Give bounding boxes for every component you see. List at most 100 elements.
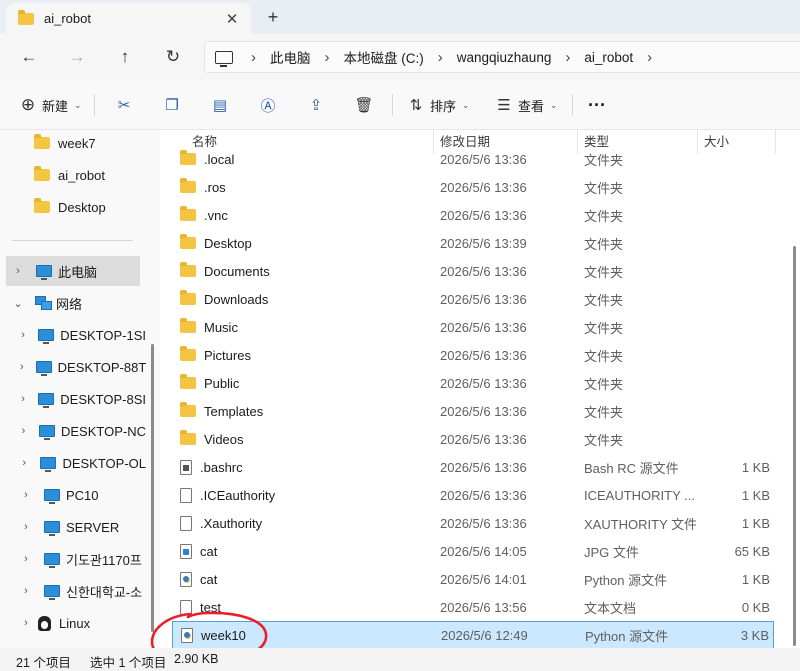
sidebar-item-network-computer[interactable]: › DESKTOP-88T	[0, 352, 146, 382]
more-options-button[interactable]: ···	[588, 93, 606, 117]
chevron-right-icon[interactable]: ›	[20, 585, 32, 597]
chevron-right-icon[interactable]: ›	[20, 617, 32, 629]
refresh-button[interactable]: ↻	[160, 45, 186, 69]
sidebar-item-desktop[interactable]: Desktop	[0, 192, 146, 222]
sidebar-item-week7[interactable]: week7	[0, 130, 146, 158]
chevron-right-icon[interactable]: ›	[438, 49, 443, 66]
tab-ai-robot[interactable]: ai_robot ✕	[6, 3, 251, 34]
navigation-scrollbar[interactable]	[146, 130, 160, 648]
file-row[interactable]: Downloads 2026/5/6 13:36 文件夹	[172, 285, 774, 313]
sidebar-item-network-computer[interactable]: › DESKTOP-8SI	[0, 384, 146, 414]
up-button[interactable]: ↑	[112, 45, 138, 69]
chevron-right-icon[interactable]: ›	[565, 49, 570, 66]
sidebar-item-label: SERVER	[66, 519, 120, 535]
file-row[interactable]: .ros 2026/5/6 13:36 文件夹	[172, 173, 774, 201]
chevron-right-icon[interactable]: ›	[20, 553, 32, 565]
close-icon[interactable]: ✕	[221, 8, 243, 30]
file-date: 2026/5/6 13:36	[440, 291, 527, 307]
sidebar-item-network-computer[interactable]: › DESKTOP-NC	[0, 416, 146, 446]
new-tab-button[interactable]: +	[262, 6, 284, 28]
file-row[interactable]: .bashrc 2026/5/6 13:36 Bash RC 源文件 1 KB	[172, 453, 774, 481]
chevron-right-icon[interactable]: ›	[20, 457, 28, 469]
chevron-right-icon[interactable]: ›	[20, 425, 27, 437]
sidebar-item-network-computer[interactable]: › DESKTOP-1SI	[0, 320, 146, 350]
file-size: 1 KB	[741, 515, 770, 531]
chevron-right-icon[interactable]: ›	[647, 49, 652, 66]
sidebar-item-linux[interactable]: › Linux	[0, 608, 146, 638]
file-row[interactable]: .vnc 2026/5/6 13:36 文件夹	[172, 201, 774, 229]
cut-button[interactable]: ✂	[114, 93, 134, 117]
sort-button[interactable]: ⇅ 排序 ⌄	[406, 93, 470, 117]
breadcrumb-ai-robot[interactable]: ai_robot	[584, 50, 633, 65]
sidebar-item-label: Linux	[59, 615, 91, 631]
chevron-right-icon[interactable]: ›	[251, 49, 256, 66]
file-row[interactable]: Videos 2026/5/6 13:36 文件夹	[172, 425, 774, 453]
sidebar-item-network-computer[interactable]: › 신한대학교-소	[0, 576, 146, 606]
chevron-right-icon[interactable]: ›	[12, 265, 24, 277]
sidebar-item-this-pc[interactable]: › 此电脑	[6, 256, 140, 286]
file-date: 2026/5/6 12:49	[441, 627, 528, 643]
file-row[interactable]: Desktop 2026/5/6 13:39 文件夹	[172, 229, 774, 257]
sidebar-item-network-computer[interactable]: › DESKTOP-OL	[0, 448, 146, 478]
breadcrumb-this-pc[interactable]: 此电脑	[270, 47, 311, 67]
file-size: 0 KB	[741, 599, 770, 615]
chevron-right-icon[interactable]: ›	[20, 329, 26, 341]
back-button[interactable]: ←	[16, 45, 42, 69]
file-row[interactable]: .Xauthority 2026/5/6 13:36 XAUTHORITY 文件 1 …	[172, 509, 774, 537]
file-date: 2026/5/6 13:36	[440, 459, 527, 475]
file-name: .bashrc	[200, 459, 243, 475]
scrollbar-thumb[interactable]	[793, 246, 796, 646]
file-row[interactable]: Public 2026/5/6 13:36 文件夹	[172, 369, 774, 397]
chevron-right-icon[interactable]: ›	[20, 521, 32, 533]
copy-button[interactable]: ❐	[162, 93, 182, 117]
file-name: .ICEauthority	[200, 487, 276, 503]
view-button[interactable]: ☰ 查看 ⌄	[494, 93, 557, 117]
file-date: 2026/5/6 13:36	[440, 403, 527, 419]
file-row[interactable]: Documents 2026/5/6 13:36 文件夹	[172, 257, 774, 285]
breadcrumb-local-disk[interactable]: 本地磁盘 (C:)	[344, 47, 424, 67]
file-row[interactable]: cat 2026/5/6 14:01 Python 源文件 1 KB	[172, 565, 774, 593]
folder-icon	[180, 206, 196, 221]
python-file-icon	[181, 627, 193, 643]
file-name: Videos	[204, 431, 244, 447]
view-icon: ☰	[497, 97, 511, 114]
breadcrumb-user[interactable]: wangqiuzhaung	[457, 50, 552, 65]
file-row[interactable]: Music 2026/5/6 13:36 文件夹	[172, 313, 774, 341]
chevron-right-icon[interactable]: ›	[325, 49, 330, 66]
file-date: 2026/5/6 14:01	[440, 571, 527, 587]
rename-button[interactable]: Ⓐ	[258, 93, 278, 117]
folder-icon	[180, 234, 196, 249]
file-row[interactable]: test 2026/5/6 13:56 文本文档 0 KB	[172, 593, 774, 621]
chevron-right-icon[interactable]: ›	[20, 489, 32, 501]
file-size: 1 KB	[741, 571, 770, 587]
computer-icon	[39, 425, 55, 440]
paste-button[interactable]: ▤	[210, 93, 230, 117]
file-list-scrollbar[interactable]	[788, 154, 800, 648]
folder-icon	[18, 9, 34, 25]
sidebar-item-network-computer[interactable]: › SERVER	[0, 512, 146, 542]
chevron-right-icon[interactable]: ›	[20, 361, 24, 373]
file-row[interactable]: cat 2026/5/6 14:05 JPG 文件 65 KB	[172, 537, 774, 565]
sidebar-item-network[interactable]: ⌄ 网络	[0, 288, 146, 318]
sidebar-item-label: 신한대학교-소	[66, 584, 143, 600]
file-date: 2026/5/6 13:36	[440, 375, 527, 391]
file-name: cat	[200, 571, 218, 587]
chevron-down-icon[interactable]: ⌄	[12, 297, 24, 310]
sidebar-item-network-computer[interactable]: › 기도관1170프	[0, 544, 146, 574]
file-row[interactable]: Pictures 2026/5/6 13:36 文件夹	[172, 341, 774, 369]
forward-button[interactable]: →	[64, 45, 90, 69]
file-name: test	[200, 599, 221, 615]
file-row[interactable]: .local 2026/5/6 13:36 文件夹	[172, 145, 774, 173]
new-button[interactable]: ⊕ 新建 ⌄	[18, 93, 82, 117]
address-bar[interactable]: › 此电脑 › 本地磁盘 (C:) › wangqiuzhaung › ai_r…	[204, 41, 800, 73]
delete-button[interactable]: 🗑	[354, 93, 374, 117]
file-row[interactable]: week10 2026/5/6 12:49 Python 源文件 3 KB	[172, 621, 774, 648]
share-button[interactable]: ⇪	[306, 93, 326, 117]
chevron-right-icon[interactable]: ›	[20, 393, 26, 405]
file-name: cat	[200, 543, 218, 559]
file-row[interactable]: .ICEauthority 2026/5/6 13:36 ICEAUTHORITY …	[172, 481, 774, 509]
sidebar-item-ai-robot[interactable]: ai_robot	[0, 160, 146, 190]
file-row[interactable]: Templates 2026/5/6 13:36 文件夹	[172, 397, 774, 425]
scrollbar-thumb[interactable]	[151, 344, 154, 632]
sidebar-item-network-computer[interactable]: › PC10	[0, 480, 146, 510]
